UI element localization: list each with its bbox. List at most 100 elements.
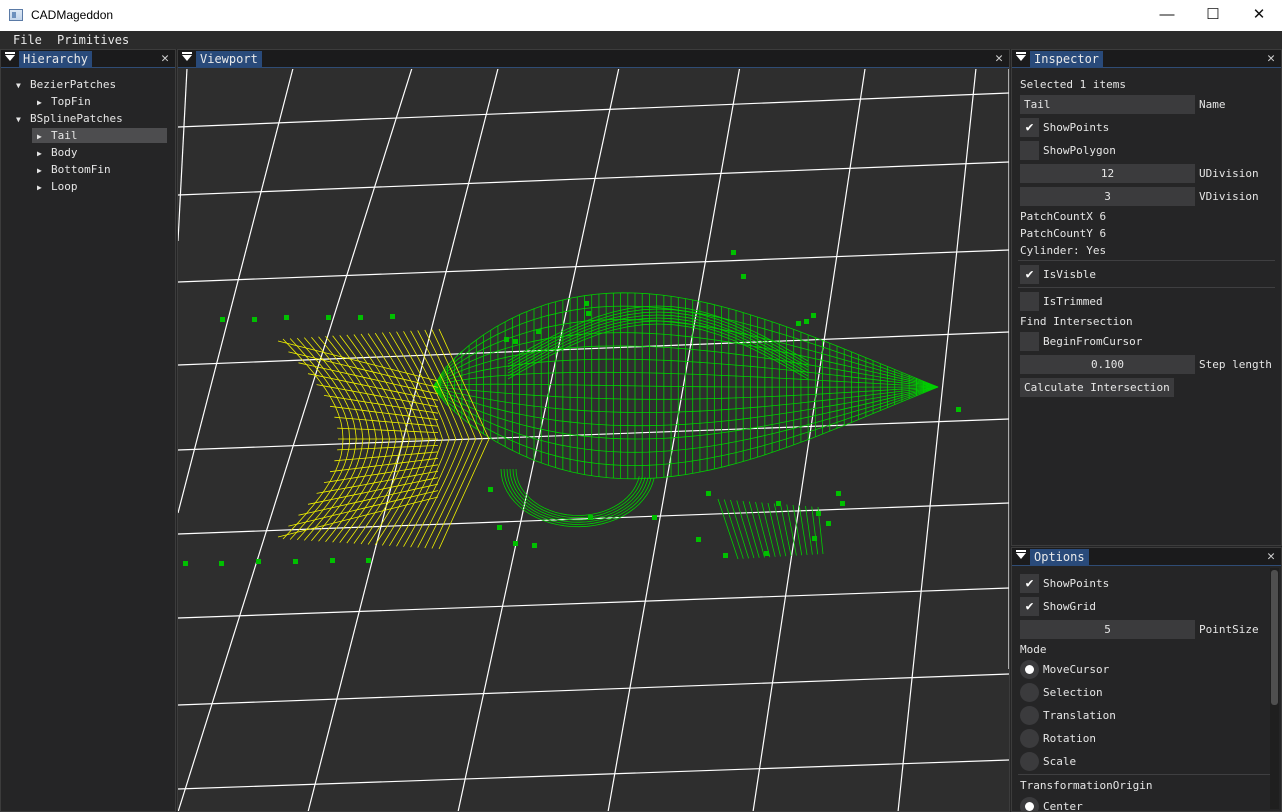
inspector-panel: Inspector ✕ Selected 1 items Tail Name ✔…: [1011, 49, 1282, 546]
window-titlebar: CADMageddon — ☐ ✕: [0, 0, 1282, 31]
menu-bar: File Primitives: [0, 31, 1282, 49]
control-point[interactable]: [956, 407, 961, 412]
control-point[interactable]: [586, 311, 591, 316]
control-point[interactable]: [536, 329, 541, 334]
control-point[interactable]: [326, 315, 331, 320]
control-point[interactable]: [532, 543, 537, 548]
tree-node-topfin[interactable]: ▶ TopFin: [37, 94, 167, 109]
close-icon[interactable]: ✕: [995, 51, 1003, 66]
udivision-input[interactable]: 12: [1020, 164, 1195, 183]
origin-center-radio[interactable]: [1020, 797, 1039, 811]
point-size-input[interactable]: 5: [1020, 620, 1195, 639]
mode-selection-radio[interactable]: [1020, 683, 1039, 702]
vdivision-input[interactable]: 3: [1020, 187, 1195, 206]
find-intersection-heading: Find Intersection: [1020, 315, 1133, 328]
options-show-points-checkbox[interactable]: ✔: [1020, 574, 1039, 593]
mode-selection-label: Selection: [1043, 686, 1103, 699]
tab-menu-icon[interactable]: [1016, 52, 1026, 61]
menu-file[interactable]: File: [13, 33, 42, 47]
control-point[interactable]: [504, 337, 509, 342]
control-point[interactable]: [796, 321, 801, 326]
scrollbar-thumb[interactable]: [1271, 570, 1278, 705]
control-point[interactable]: [706, 491, 711, 496]
mode-movecursor-radio[interactable]: [1020, 660, 1039, 679]
control-point[interactable]: [840, 501, 845, 506]
mode-translation-radio[interactable]: [1020, 706, 1039, 725]
collapsed-arrow-icon: ▶: [37, 98, 42, 107]
show-grid-checkbox[interactable]: ✔: [1020, 597, 1039, 616]
control-point[interactable]: [488, 487, 493, 492]
control-point[interactable]: [252, 317, 257, 322]
control-point[interactable]: [358, 315, 363, 320]
control-point[interactable]: [588, 515, 593, 520]
control-point[interactable]: [390, 314, 395, 319]
control-point[interactable]: [497, 525, 502, 530]
control-point[interactable]: [776, 501, 781, 506]
window-title: CADMageddon: [31, 8, 114, 22]
menu-primitives[interactable]: Primitives: [57, 33, 129, 47]
control-point[interactable]: [330, 558, 335, 563]
control-point[interactable]: [219, 561, 224, 566]
close-window-button[interactable]: ✕: [1236, 0, 1282, 31]
close-icon[interactable]: ✕: [161, 51, 169, 66]
control-point[interactable]: [513, 339, 518, 344]
control-point[interactable]: [293, 559, 298, 564]
maximize-button[interactable]: ☐: [1190, 0, 1236, 31]
tree-node-label: BezierPatches: [30, 78, 117, 91]
control-point[interactable]: [826, 521, 831, 526]
is-visible-checkbox[interactable]: ✔: [1020, 265, 1039, 284]
mode-scale-radio[interactable]: [1020, 752, 1039, 771]
mode-translation-label: Translation: [1043, 709, 1116, 722]
close-icon[interactable]: ✕: [1267, 51, 1275, 66]
control-point[interactable]: [723, 553, 728, 558]
control-point[interactable]: [584, 301, 589, 306]
control-point[interactable]: [183, 561, 188, 566]
is-trimmed-checkbox[interactable]: [1020, 292, 1039, 311]
tree-node-loop[interactable]: ▶ Loop: [37, 179, 167, 194]
close-icon[interactable]: ✕: [1267, 549, 1275, 564]
control-point[interactable]: [731, 250, 736, 255]
tab-menu-icon[interactable]: [5, 52, 15, 61]
control-point[interactable]: [811, 313, 816, 318]
tree-node-tail[interactable]: ▶ Tail: [32, 128, 167, 143]
viewport-canvas[interactable]: [178, 69, 1009, 812]
step-length-input[interactable]: 0.100: [1020, 355, 1195, 374]
control-point[interactable]: [816, 511, 821, 516]
tree-node-bsplinepatches[interactable]: ▼ BSplinePatches: [16, 111, 166, 126]
control-point[interactable]: [836, 491, 841, 496]
tab-inspector[interactable]: Inspector: [1030, 51, 1104, 68]
control-point[interactable]: [804, 319, 809, 324]
control-point[interactable]: [741, 274, 746, 279]
tab-menu-icon[interactable]: [1016, 550, 1026, 559]
control-point[interactable]: [696, 537, 701, 542]
control-point[interactable]: [256, 559, 261, 564]
calculate-intersection-button[interactable]: Calculate Intersection: [1020, 378, 1174, 397]
name-input[interactable]: Tail: [1020, 95, 1195, 114]
control-point[interactable]: [220, 317, 225, 322]
begin-from-cursor-checkbox[interactable]: [1020, 332, 1039, 351]
control-point[interactable]: [812, 536, 817, 541]
expanded-arrow-icon[interactable]: ▼: [16, 78, 30, 93]
tree-node-label: BSplinePatches: [30, 112, 123, 125]
options-scrollbar[interactable]: [1270, 568, 1279, 809]
control-point[interactable]: [284, 315, 289, 320]
show-points-checkbox[interactable]: ✔: [1020, 118, 1039, 137]
control-point[interactable]: [764, 551, 769, 556]
minimize-button[interactable]: —: [1144, 0, 1190, 31]
tab-menu-icon[interactable]: [182, 52, 192, 61]
mode-rotation-radio[interactable]: [1020, 729, 1039, 748]
viewport-panel: Viewport ✕: [177, 49, 1010, 812]
collapsed-arrow-icon: ▶: [37, 132, 42, 141]
tab-hierarchy[interactable]: Hierarchy: [19, 51, 93, 68]
control-point[interactable]: [513, 541, 518, 546]
expanded-arrow-icon[interactable]: ▼: [16, 112, 30, 127]
tab-viewport[interactable]: Viewport: [196, 51, 262, 68]
tree-node-bezierpatches[interactable]: ▼ BezierPatches: [16, 77, 166, 92]
control-point[interactable]: [652, 515, 657, 520]
tab-options[interactable]: Options: [1030, 549, 1089, 566]
mode-scale-label: Scale: [1043, 755, 1077, 768]
tree-node-body[interactable]: ▶ Body: [37, 145, 167, 160]
show-polygon-checkbox[interactable]: [1020, 141, 1039, 160]
control-point[interactable]: [366, 558, 371, 563]
tree-node-bottomfin[interactable]: ▶ BottomFin: [37, 162, 167, 177]
